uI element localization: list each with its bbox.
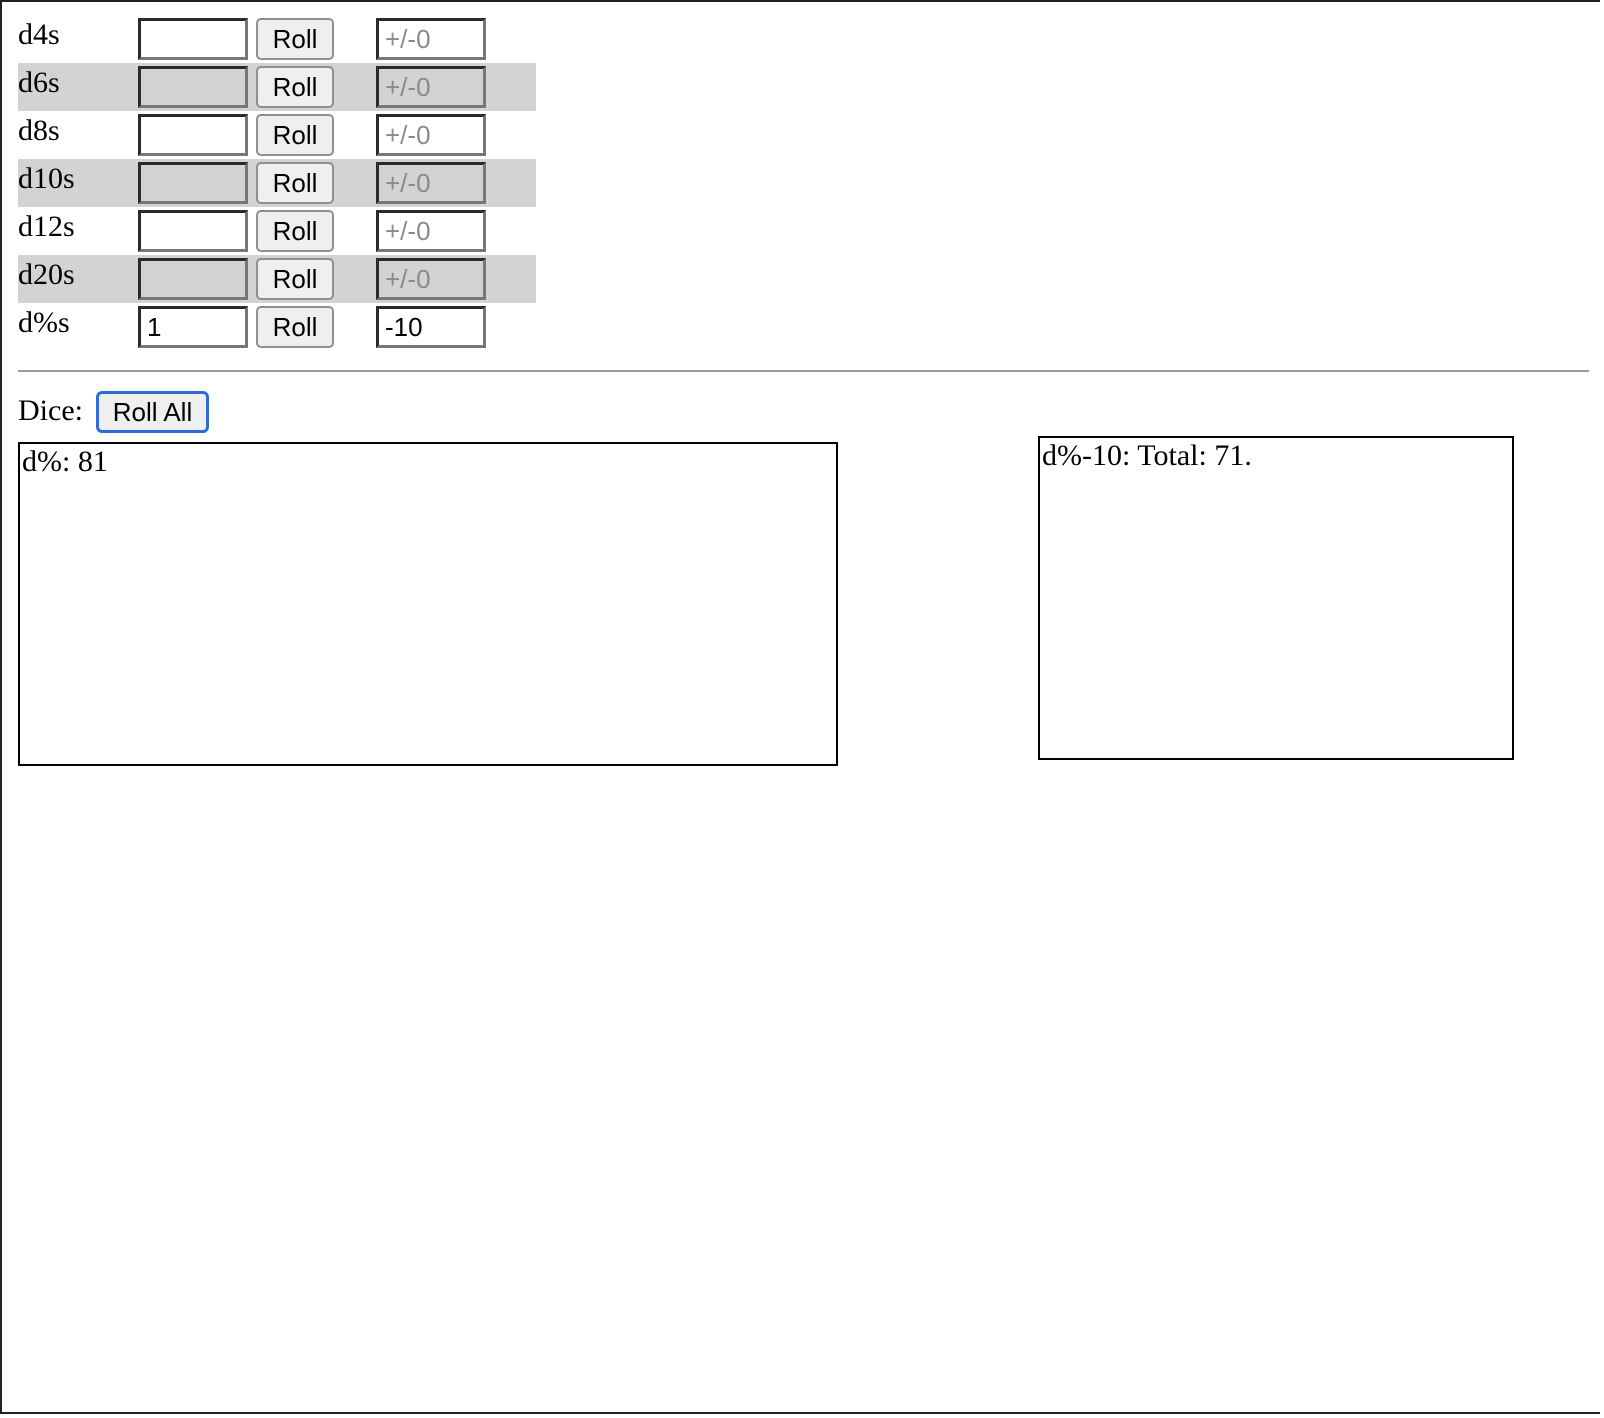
roll-results-box: d%: 81	[18, 442, 838, 766]
dice-row-d4: d4s Roll	[18, 15, 536, 63]
modifier-input[interactable]	[376, 162, 486, 204]
dice-count-input[interactable]	[138, 306, 248, 348]
roll-button[interactable]: Roll	[256, 258, 334, 300]
roll-button[interactable]: Roll	[256, 66, 334, 108]
dice-label: d10s	[18, 162, 75, 195]
dice-count-input[interactable]	[138, 162, 248, 204]
dice-label: d12s	[18, 210, 75, 243]
dice-row-d10: d10s Roll	[18, 159, 536, 207]
dice-row-d12: d12s Roll	[18, 207, 536, 255]
roll-totals-box: d%-10: Total: 71.	[1038, 436, 1514, 760]
modifier-input[interactable]	[376, 210, 486, 252]
roll-all-button[interactable]: Roll All	[96, 391, 209, 433]
roll-button[interactable]: Roll	[256, 114, 334, 156]
modifier-input[interactable]	[376, 306, 486, 348]
dice-count-input[interactable]	[138, 18, 248, 60]
divider	[18, 370, 1589, 372]
dice-row-percentile: d%s Roll	[18, 303, 536, 351]
dice-count-input[interactable]	[138, 66, 248, 108]
dice-count-input[interactable]	[138, 210, 248, 252]
modifier-input[interactable]	[376, 258, 486, 300]
dice-row-d20: d20s Roll	[18, 255, 536, 303]
roll-button[interactable]: Roll	[256, 18, 334, 60]
roll-button[interactable]: Roll	[256, 306, 334, 348]
modifier-input[interactable]	[376, 114, 486, 156]
dice-label: d4s	[18, 18, 60, 51]
dice-label: d20s	[18, 258, 75, 291]
roll-button[interactable]: Roll	[256, 210, 334, 252]
dice-row-d8: d8s Roll	[18, 111, 536, 159]
modifier-input[interactable]	[376, 18, 486, 60]
dice-label: d%s	[18, 306, 70, 339]
dice-count-input[interactable]	[138, 114, 248, 156]
roll-results-text: d%: 81	[22, 445, 108, 478]
dice-bar-label: Dice:	[18, 394, 83, 427]
dice-label: d6s	[18, 66, 60, 99]
roll-button[interactable]: Roll	[256, 162, 334, 204]
dice-table: d4s Roll d6s Roll d8s Roll d10s Roll d12…	[18, 15, 536, 351]
dice-label: d8s	[18, 114, 60, 147]
dice-row-d6: d6s Roll	[18, 63, 536, 111]
dice-count-input[interactable]	[138, 258, 248, 300]
roll-totals-text: d%-10: Total: 71.	[1042, 439, 1252, 472]
modifier-input[interactable]	[376, 66, 486, 108]
